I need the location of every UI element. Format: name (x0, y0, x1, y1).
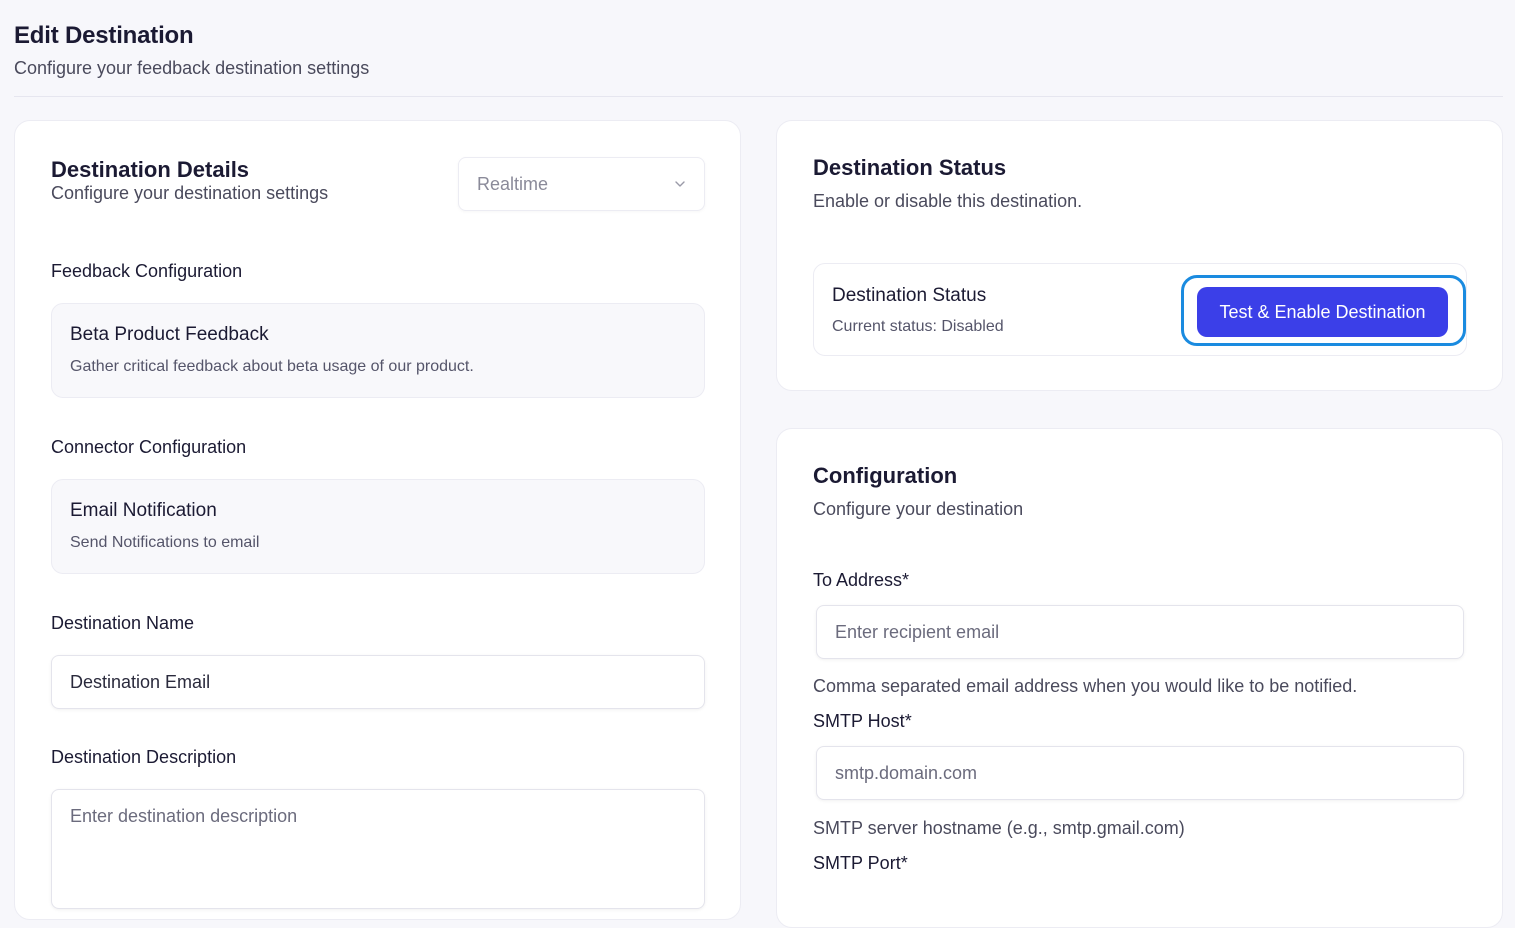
destination-details-card: Destination Details Configure your desti… (14, 120, 741, 920)
details-title: Destination Details (51, 157, 250, 182)
status-title: Destination Status (813, 155, 1007, 180)
connector-config-box: Email Notification Send Notifications to… (51, 479, 705, 574)
feedback-title: Beta Product Feedback (70, 324, 269, 345)
destination-description-label: Destination Description (51, 747, 237, 767)
chevron-down-icon (675, 181, 685, 187)
status-box-title: Destination Status (832, 285, 987, 306)
configuration-card: Configuration Configure your destination… (776, 428, 1503, 928)
status-subtitle: Enable or disable this destination. (813, 191, 1083, 211)
to-address-help: Comma separated email address when you w… (813, 676, 1358, 696)
connector-config-label: Connector Configuration (51, 437, 247, 457)
page-header: Edit Destination Configure your feedback… (14, 22, 1503, 97)
mode-select[interactable]: Realtime (458, 157, 705, 211)
destination-name-label: Destination Name (51, 613, 195, 633)
details-subtitle: Configure your destination settings (51, 183, 329, 203)
destination-description-textarea[interactable]: Enter destination description (51, 789, 705, 909)
feedback-config-label: Feedback Configuration (51, 261, 243, 281)
page-subtitle: Configure your feedback destination sett… (14, 58, 370, 78)
config-title: Configuration (813, 463, 958, 488)
config-subtitle: Configure your destination (813, 499, 1024, 519)
to-address-label: To Address* (813, 570, 910, 590)
smtp-host-input[interactable]: smtp.domain.com (816, 746, 1464, 800)
feedback-config-box: Beta Product Feedback Gather critical fe… (51, 303, 705, 398)
connector-title: Email Notification (70, 500, 217, 521)
destination-status-card: Destination Status Enable or disable thi… (776, 120, 1503, 391)
status-current: Current status: Disabled (832, 318, 1004, 335)
test-enable-button[interactable]: Test & Enable Destination (1197, 287, 1448, 337)
smtp-port-label: SMTP Port* (813, 853, 908, 873)
feedback-description: Gather critical feedback about beta usag… (70, 358, 474, 375)
smtp-host-label: SMTP Host* (813, 711, 912, 731)
mode-select-value: Realtime (477, 173, 549, 194)
smtp-host-help: SMTP server hostname (e.g., smtp.gmail.c… (813, 818, 1185, 838)
connector-description: Send Notifications to email (70, 534, 260, 551)
to-address-input[interactable]: Enter recipient email (816, 605, 1464, 659)
destination-name-input[interactable]: Destination Email (51, 655, 705, 709)
page-title: Edit Destination (14, 22, 194, 49)
